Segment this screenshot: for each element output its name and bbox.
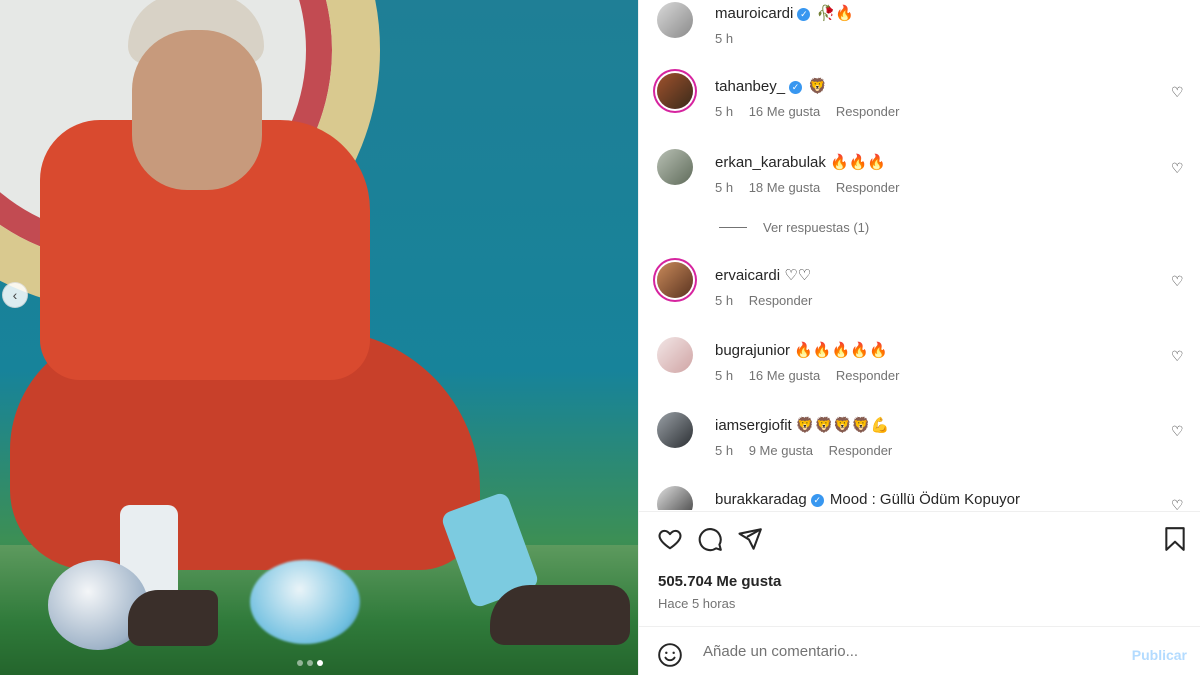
comment-like-heart-icon[interactable]: ♡ [1171, 349, 1185, 363]
carousel-dot [297, 660, 303, 666]
player-boot-right [490, 585, 630, 645]
comment-time: 5 h [715, 31, 734, 46]
verified-badge-icon: ✓ [810, 493, 824, 507]
comment-input[interactable] [703, 639, 1103, 663]
comment-like-heart-icon[interactable]: ♡ [1171, 85, 1185, 99]
comment-icon[interactable] [697, 526, 723, 552]
comment-like-heart-icon[interactable]: ♡ [1171, 161, 1185, 175]
username[interactable]: erkan_karabulak [715, 154, 826, 171]
comment-text: 🦁🦁🦁🦁💪 [795, 417, 890, 434]
username[interactable]: bugrajunior [715, 342, 790, 359]
comment-text: ♡♡ [784, 267, 812, 284]
comment-like-heart-icon[interactable]: ♡ [1171, 424, 1185, 438]
comment-likes[interactable]: 16 Me gusta [749, 104, 821, 119]
avatar[interactable] [657, 337, 693, 373]
avatar[interactable] [657, 262, 693, 298]
replies-divider [719, 227, 747, 228]
player-head [132, 30, 262, 190]
username[interactable]: burakkaradag [715, 491, 807, 508]
reply-button[interactable]: Responder [836, 368, 900, 383]
share-icon[interactable] [737, 526, 763, 552]
avatar[interactable] [657, 2, 693, 38]
username[interactable]: tahanbey_ [715, 78, 785, 95]
comment-time: 5 h [715, 104, 734, 119]
username[interactable]: mauroicardi [715, 5, 793, 22]
comment-text: 🔥🔥🔥🔥🔥 [794, 342, 888, 359]
comment-text: 🔥🔥🔥 [830, 154, 887, 171]
comment-time: 5 h [715, 368, 734, 383]
chevron-left-icon: ‹ [12, 287, 18, 303]
comment-time: 5 h [715, 443, 734, 458]
comment-likes[interactable]: 18 Me gusta [749, 180, 821, 195]
carousel-dot [307, 660, 313, 666]
verified-badge-icon: ✓ [789, 80, 803, 94]
publish-button[interactable]: Publicar [1132, 647, 1187, 663]
view-replies-button[interactable]: Ver respuestas (1) [719, 220, 869, 235]
reply-button[interactable]: Responder [829, 443, 893, 458]
reply-button[interactable]: Responder [836, 104, 900, 119]
carousel-indicator [297, 660, 323, 666]
verified-badge-icon: ✓ [797, 7, 811, 21]
username[interactable]: ervaicardi [715, 267, 780, 284]
caption-text: 🥀🔥 [816, 5, 854, 22]
comment-text: Mood : Güllü Ödüm Kopuyor [829, 491, 1020, 508]
comment-like-heart-icon[interactable]: ♡ [1171, 498, 1185, 510]
post-actions: 505.704 Me gusta Hace 5 horas [639, 511, 1200, 625]
comment-composer: Publicar [639, 626, 1200, 675]
comments-list[interactable]: mauroicardi ✓ 🥀🔥 5 h tahanbey_ ✓ 🦁 5 h 16 … [639, 0, 1200, 510]
post-side-panel: mauroicardi ✓ 🥀🔥 5 h tahanbey_ ✓ 🦁 5 h 16 … [638, 0, 1200, 675]
comment-time: 5 h [715, 180, 734, 195]
username[interactable]: iamsergiofit [715, 417, 792, 434]
emoji-icon[interactable] [657, 642, 683, 673]
avatar[interactable] [657, 486, 693, 510]
bookmark-icon[interactable] [1163, 526, 1187, 552]
post-time: Hace 5 horas [658, 596, 736, 611]
view-replies-label: Ver respuestas (1) [763, 220, 870, 235]
carousel-prev-button[interactable]: ‹ [2, 282, 28, 308]
comment-likes[interactable]: 16 Me gusta [749, 368, 821, 383]
comment-text: 🦁 [808, 78, 827, 95]
avatar[interactable] [657, 412, 693, 448]
reply-button[interactable]: Responder [836, 180, 900, 195]
heart-icon[interactable] [657, 526, 683, 552]
reply-button[interactable]: Responder [749, 293, 813, 308]
comment-like-heart-icon[interactable]: ♡ [1171, 274, 1185, 288]
football-background [250, 560, 360, 644]
carousel-dot-active [317, 660, 323, 666]
likes-count[interactable]: 505.704 Me gusta [658, 573, 781, 590]
post-photo: ‹ [0, 0, 638, 675]
comment-time: 5 h [715, 293, 734, 308]
player-boot-left [128, 590, 218, 646]
comment-likes[interactable]: 9 Me gusta [749, 443, 813, 458]
avatar[interactable] [657, 73, 693, 109]
avatar[interactable] [657, 149, 693, 185]
